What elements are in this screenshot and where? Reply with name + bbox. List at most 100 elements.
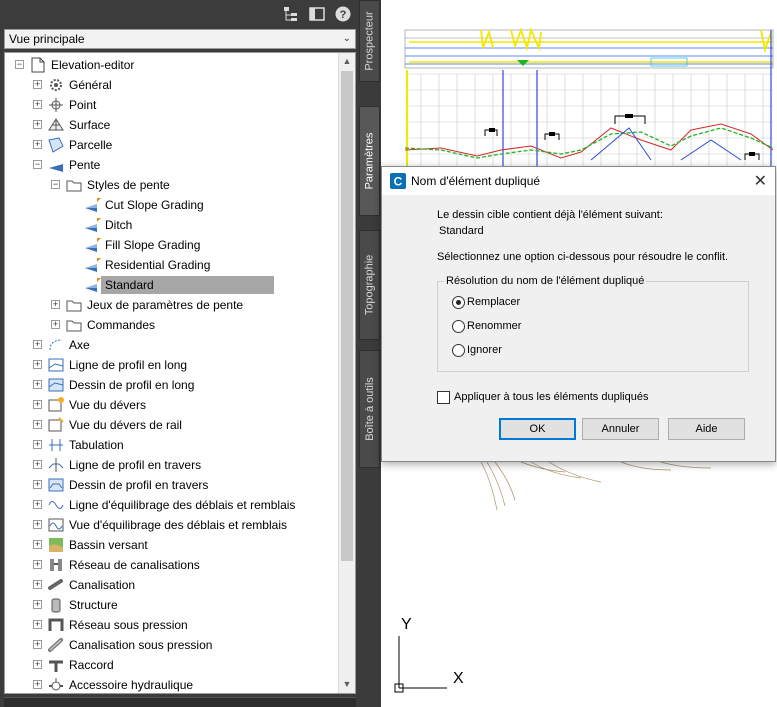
tree-item[interactable]: + Dessin de profil en travers [33, 475, 335, 495]
scroll-up-arrow-icon[interactable]: ▲ [339, 53, 355, 70]
expand-icon[interactable]: + [33, 540, 42, 549]
expand-icon[interactable]: + [51, 300, 60, 309]
tab-topographie[interactable]: Topographie [359, 230, 380, 340]
expand-icon[interactable]: + [33, 100, 42, 109]
toolspace-toolbar: ? [0, 0, 360, 28]
tree-item[interactable]: + Canalisation [33, 575, 335, 595]
tree-item[interactable]: Residential Grading [69, 255, 335, 275]
expand-icon[interactable]: + [33, 620, 42, 629]
tree-item-label: Canalisation [69, 578, 136, 592]
tree-item[interactable]: + Raccord [33, 655, 335, 675]
tree-item[interactable]: − Styles de pente [51, 175, 335, 195]
grading-icon [47, 156, 65, 174]
tree-item[interactable]: − Pente [33, 155, 335, 175]
alignment-icon [47, 336, 65, 354]
tree-scrollbar[interactable]: ▲ ▼ [338, 53, 355, 693]
tree-item[interactable]: Ditch [69, 215, 335, 235]
tree-item[interactable]: + Vue du dévers de rail [33, 415, 335, 435]
tree-item[interactable]: + Structure [33, 595, 335, 615]
cancel-button[interactable]: Annuler [582, 418, 659, 440]
apply-all-checkbox-box[interactable] [437, 391, 450, 404]
expand-icon[interactable]: + [33, 640, 42, 649]
tree-item[interactable]: + Vue du dévers [33, 395, 335, 415]
close-icon[interactable]: ✕ [754, 171, 767, 191]
help-button[interactable]: Aide [668, 418, 745, 440]
scroll-thumb[interactable] [341, 71, 353, 561]
tree-item[interactable]: + Ligne de profil en travers [33, 455, 335, 475]
tree-item[interactable]: + Bassin versant [33, 535, 335, 555]
expand-icon[interactable]: + [33, 400, 42, 409]
expand-icon[interactable]: + [33, 560, 42, 569]
collapse-icon[interactable]: − [33, 160, 42, 169]
tree-item[interactable]: Cut Slope Grading [69, 195, 335, 215]
tree-item[interactable]: + Tabulation [33, 435, 335, 455]
radio-ignorer-indicator[interactable] [452, 344, 465, 357]
expand-icon[interactable]: + [33, 520, 42, 529]
item-view-icon[interactable] [308, 5, 326, 23]
duplicate-item-dialog: C Nom d'élément dupliqué ✕ Le dessin cib… [381, 166, 776, 462]
expand-icon[interactable]: + [33, 460, 42, 469]
mass-haul-icon [47, 496, 65, 514]
section-icon [47, 456, 65, 474]
tree-item[interactable]: + Jeux de paramètres de pente [51, 295, 335, 315]
radio-remplacer-indicator[interactable] [452, 296, 465, 309]
tree-item[interactable]: + Ligne de profil en long [33, 355, 335, 375]
tree-item[interactable]: + Commandes [51, 315, 335, 335]
ok-button[interactable]: OK [499, 418, 576, 440]
scroll-down-arrow-icon[interactable]: ▼ [339, 676, 355, 693]
tree-item[interactable]: + Canalisation sous pression [33, 635, 335, 655]
tab-parametres[interactable]: Paramètres [359, 106, 380, 216]
appurtenance-icon [47, 676, 65, 693]
expand-icon[interactable]: + [33, 360, 42, 369]
tree-item[interactable]: + Surface [33, 115, 335, 135]
tree-item-selected[interactable]: Standard [69, 275, 335, 295]
tree-item[interactable]: + Dessin de profil en long [33, 375, 335, 395]
tree-item[interactable]: + Réseau de canalisations [33, 555, 335, 575]
tree-item[interactable]: + Accessoire hydraulique [33, 675, 335, 693]
expand-icon[interactable]: + [33, 480, 42, 489]
expand-icon[interactable]: + [33, 120, 42, 129]
tree-item[interactable]: + Vue d'équilibrage des déblais et rembla… [33, 515, 335, 535]
tree-item[interactable]: + Ligne d'équilibrage des déblais et remb… [33, 495, 335, 515]
tree-item[interactable]: + Parcelle [33, 135, 335, 155]
svg-text:?: ? [340, 9, 347, 21]
cant-icon [47, 416, 65, 434]
collapse-icon[interactable]: − [15, 60, 24, 69]
surface-icon [47, 116, 65, 134]
tree-item[interactable]: + Réseau sous pression [33, 615, 335, 635]
tab-prospecteur[interactable]: Prospecteur [359, 0, 380, 82]
expand-icon[interactable]: + [33, 440, 42, 449]
expand-icon[interactable]: + [33, 500, 42, 509]
tree-root[interactable]: − Elevation-editor [15, 55, 335, 75]
settings-tree[interactable]: − Elevation-editor + Général + Point + Surface +… [4, 52, 356, 694]
tree-item[interactable]: Fill Slope Grading [69, 235, 335, 255]
tree-options-icon[interactable] [282, 5, 300, 23]
view-dropdown[interactable]: Vue principale ⌄ [4, 29, 356, 49]
expand-icon[interactable]: + [33, 600, 42, 609]
expand-icon[interactable]: + [33, 660, 42, 669]
sample-line-icon [47, 436, 65, 454]
tree-item-label: Jeux de paramètres de pente [87, 298, 244, 312]
tree-item[interactable]: + Point [33, 95, 335, 115]
tree-item[interactable]: + Axe [33, 335, 335, 355]
tree-item-label: Tabulation [69, 438, 124, 452]
expand-icon[interactable]: + [33, 380, 42, 389]
tree-item[interactable]: + Général [33, 75, 335, 95]
radio-renommer-indicator[interactable] [452, 320, 465, 333]
tab-boite-a-outils[interactable]: Boîte à outils [359, 350, 380, 468]
expand-icon[interactable]: + [33, 340, 42, 349]
help-icon[interactable]: ? [334, 5, 352, 23]
collapse-icon[interactable]: − [51, 180, 60, 189]
expand-icon[interactable]: + [33, 580, 42, 589]
expand-icon[interactable]: + [33, 420, 42, 429]
expand-icon[interactable]: + [33, 140, 42, 149]
tree-item-label: Général [69, 78, 112, 92]
expand-icon[interactable]: + [33, 80, 42, 89]
civil3d-app-icon: C [390, 173, 406, 189]
structure-icon [47, 596, 65, 614]
dialog-title: Nom d'élément dupliqué [411, 174, 541, 188]
expand-icon[interactable]: + [33, 680, 42, 689]
expand-icon[interactable]: + [51, 320, 60, 329]
tree-item-label: Bassin versant [69, 538, 148, 552]
parcel-icon [47, 136, 65, 154]
